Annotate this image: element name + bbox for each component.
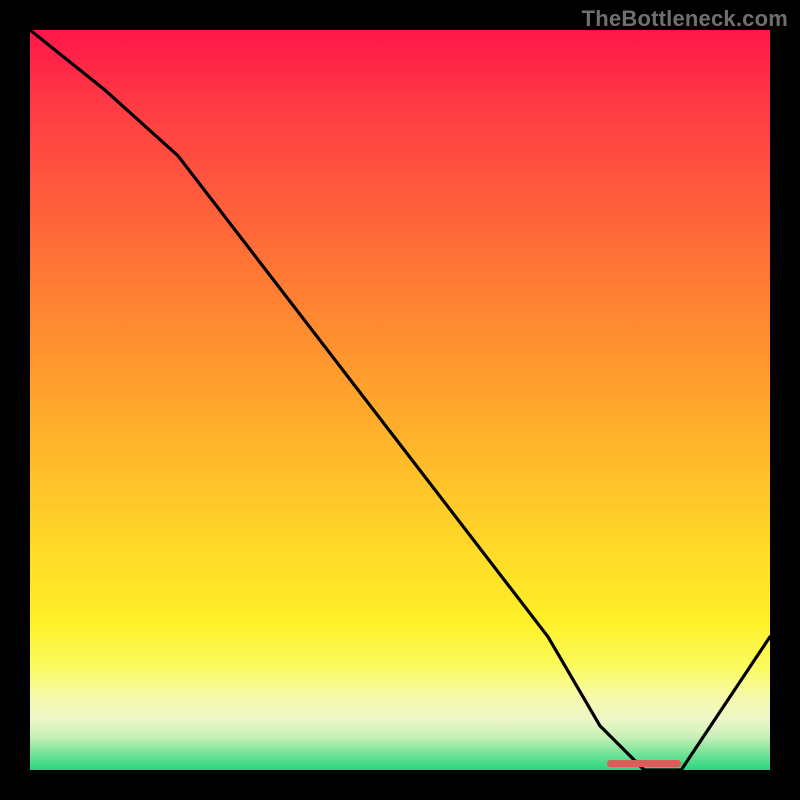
plot-area [30, 30, 770, 770]
watermark-text: TheBottleneck.com [582, 6, 788, 32]
chart-frame: TheBottleneck.com [0, 0, 800, 800]
bottleneck-curve [30, 30, 770, 770]
optimal-range-marker [607, 760, 681, 767]
